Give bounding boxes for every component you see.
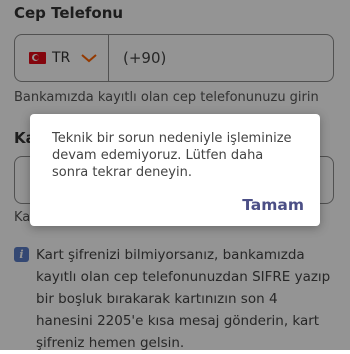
ok-button[interactable]: Tamam bbox=[240, 194, 306, 216]
dialog-message: Teknik bir sorun nedeniyle işleminize de… bbox=[52, 131, 292, 180]
error-dialog: Teknik bir sorun nedeniyle işleminize de… bbox=[30, 114, 320, 226]
